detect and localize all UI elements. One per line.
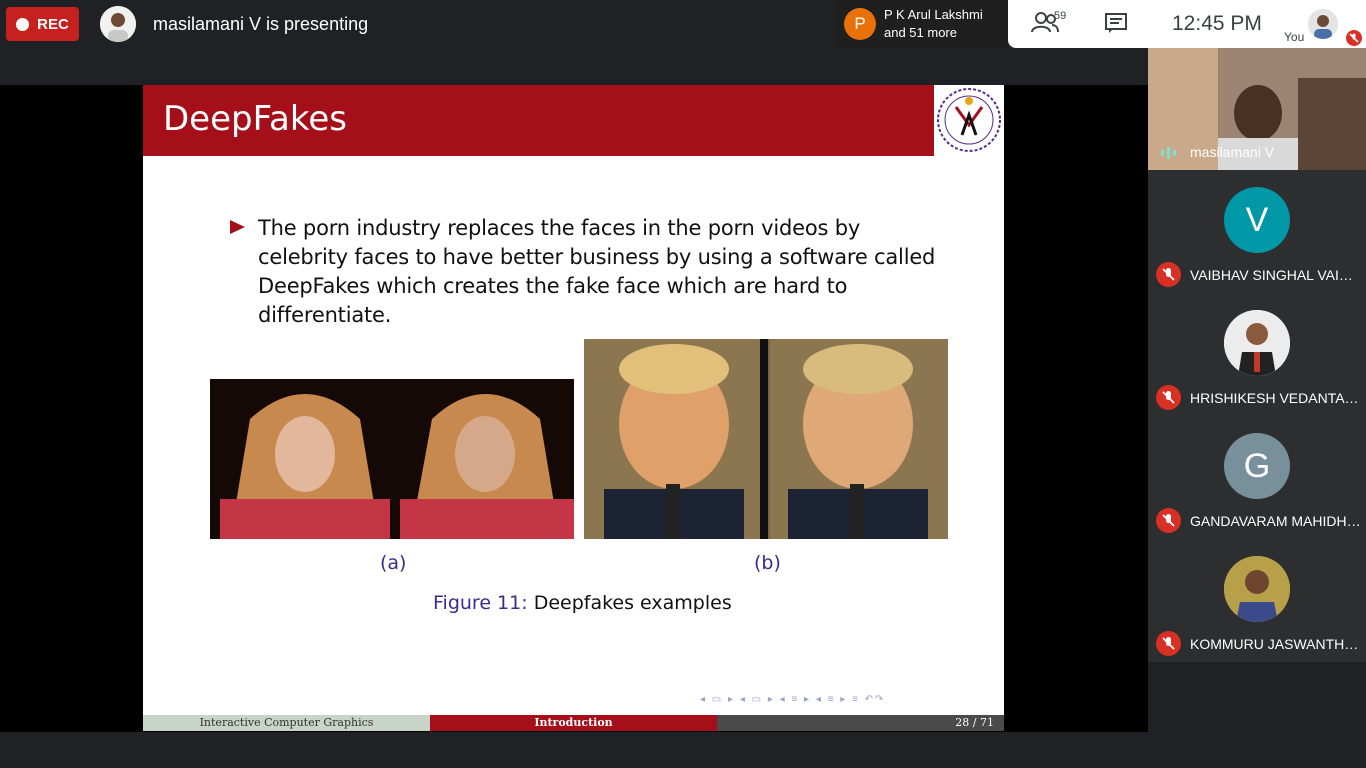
footer-section: Introduction: [430, 715, 717, 731]
join-name: P K Arul Lakshmi: [884, 7, 983, 22]
presenter-video-tile[interactable]: masilamani V: [1148, 48, 1366, 170]
figure-image-a: [210, 379, 574, 539]
participant-name: KOMMURU JASWANTH R...: [1190, 636, 1362, 652]
participant-avatar: [1224, 556, 1290, 622]
join-notification[interactable]: P P K Arul Lakshmi and 51 more: [836, 0, 1008, 48]
mic-off-icon: [1346, 30, 1362, 46]
page-number: 28 / 71: [955, 716, 994, 729]
figure-caption: Figure 11: Deepfakes examples: [433, 592, 732, 614]
clock: 12:45 PM: [1172, 12, 1262, 35]
mic-off-icon: [1156, 508, 1181, 533]
slide-title-bar: DeepFakes: [143, 85, 1004, 156]
footer-course: Interactive Computer Graphics: [143, 715, 430, 731]
participant-avatar: G: [1224, 433, 1290, 499]
participant-tile[interactable]: HRISHIKESH VEDANTAM ...: [1148, 294, 1366, 417]
self-avatar[interactable]: [1308, 9, 1338, 39]
participant-tile[interactable]: G GANDAVARAM MAHIDHA...: [1148, 417, 1366, 540]
top-bar: REC masilamani V is presenting P P K Aru…: [0, 0, 1366, 48]
institute-logo: [934, 85, 1004, 156]
participant-name: VAIBHAV SINGHAL VAIBH...: [1190, 267, 1362, 283]
beamer-navigation[interactable]: ◂ ▭ ▸ ◂ ▭ ▸ ◂ ≡ ▸ ◂ ≡ ▸ ≡ ↶↷: [700, 694, 885, 705]
mic-off-icon: [1156, 631, 1181, 656]
participant-avatar: [1224, 310, 1290, 376]
caption-a: (a): [380, 552, 407, 574]
participant-tile[interactable]: KOMMURU JASWANTH R...: [1148, 540, 1366, 663]
slide-footer: Interactive Computer Graphics Introducti…: [143, 715, 1004, 731]
recording-badge: REC: [6, 7, 79, 41]
join-more: and 51 more: [884, 25, 957, 40]
meeting-controls-panel: 59 12:45 PM You: [1008, 0, 1366, 48]
presenter-name: masilamani V: [1190, 144, 1275, 160]
caption-b: (b): [754, 552, 781, 574]
presentation-slide: DeepFakes The porn industry replaces the…: [143, 85, 1004, 731]
bullet-arrow-icon: [230, 220, 245, 234]
participant-name: GANDAVARAM MAHIDHA...: [1190, 513, 1362, 529]
slide-title: DeepFakes: [163, 99, 347, 139]
participant-avatar: V: [1224, 187, 1290, 253]
presenting-status: masilamani V is presenting: [153, 14, 369, 34]
mic-off-icon: [1156, 385, 1181, 410]
figure-image-b: [584, 339, 948, 539]
footer-page: 28 / 71: [717, 715, 1004, 731]
you-label: You: [1284, 30, 1305, 44]
mic-off-icon: [1156, 262, 1181, 287]
figure-text: Deepfakes examples: [533, 592, 732, 614]
rec-label: REC: [37, 15, 69, 33]
participant-name: HRISHIKESH VEDANTAM ...: [1190, 390, 1362, 406]
chat-icon: [1105, 13, 1127, 33]
participant-count: 59: [1054, 10, 1067, 22]
presenter-avatar: [100, 6, 136, 42]
figure-label: Figure 11:: [433, 592, 528, 614]
bullet-text: The porn industry replaces the faces in …: [258, 216, 936, 327]
participant-tile[interactable]: V VAIBHAV SINGHAL VAIBH...: [1148, 171, 1366, 294]
chat-button[interactable]: [1104, 11, 1130, 37]
record-dot-icon: [16, 17, 30, 31]
join-avatar: P: [844, 8, 876, 40]
speaking-icon: [1161, 147, 1176, 159]
